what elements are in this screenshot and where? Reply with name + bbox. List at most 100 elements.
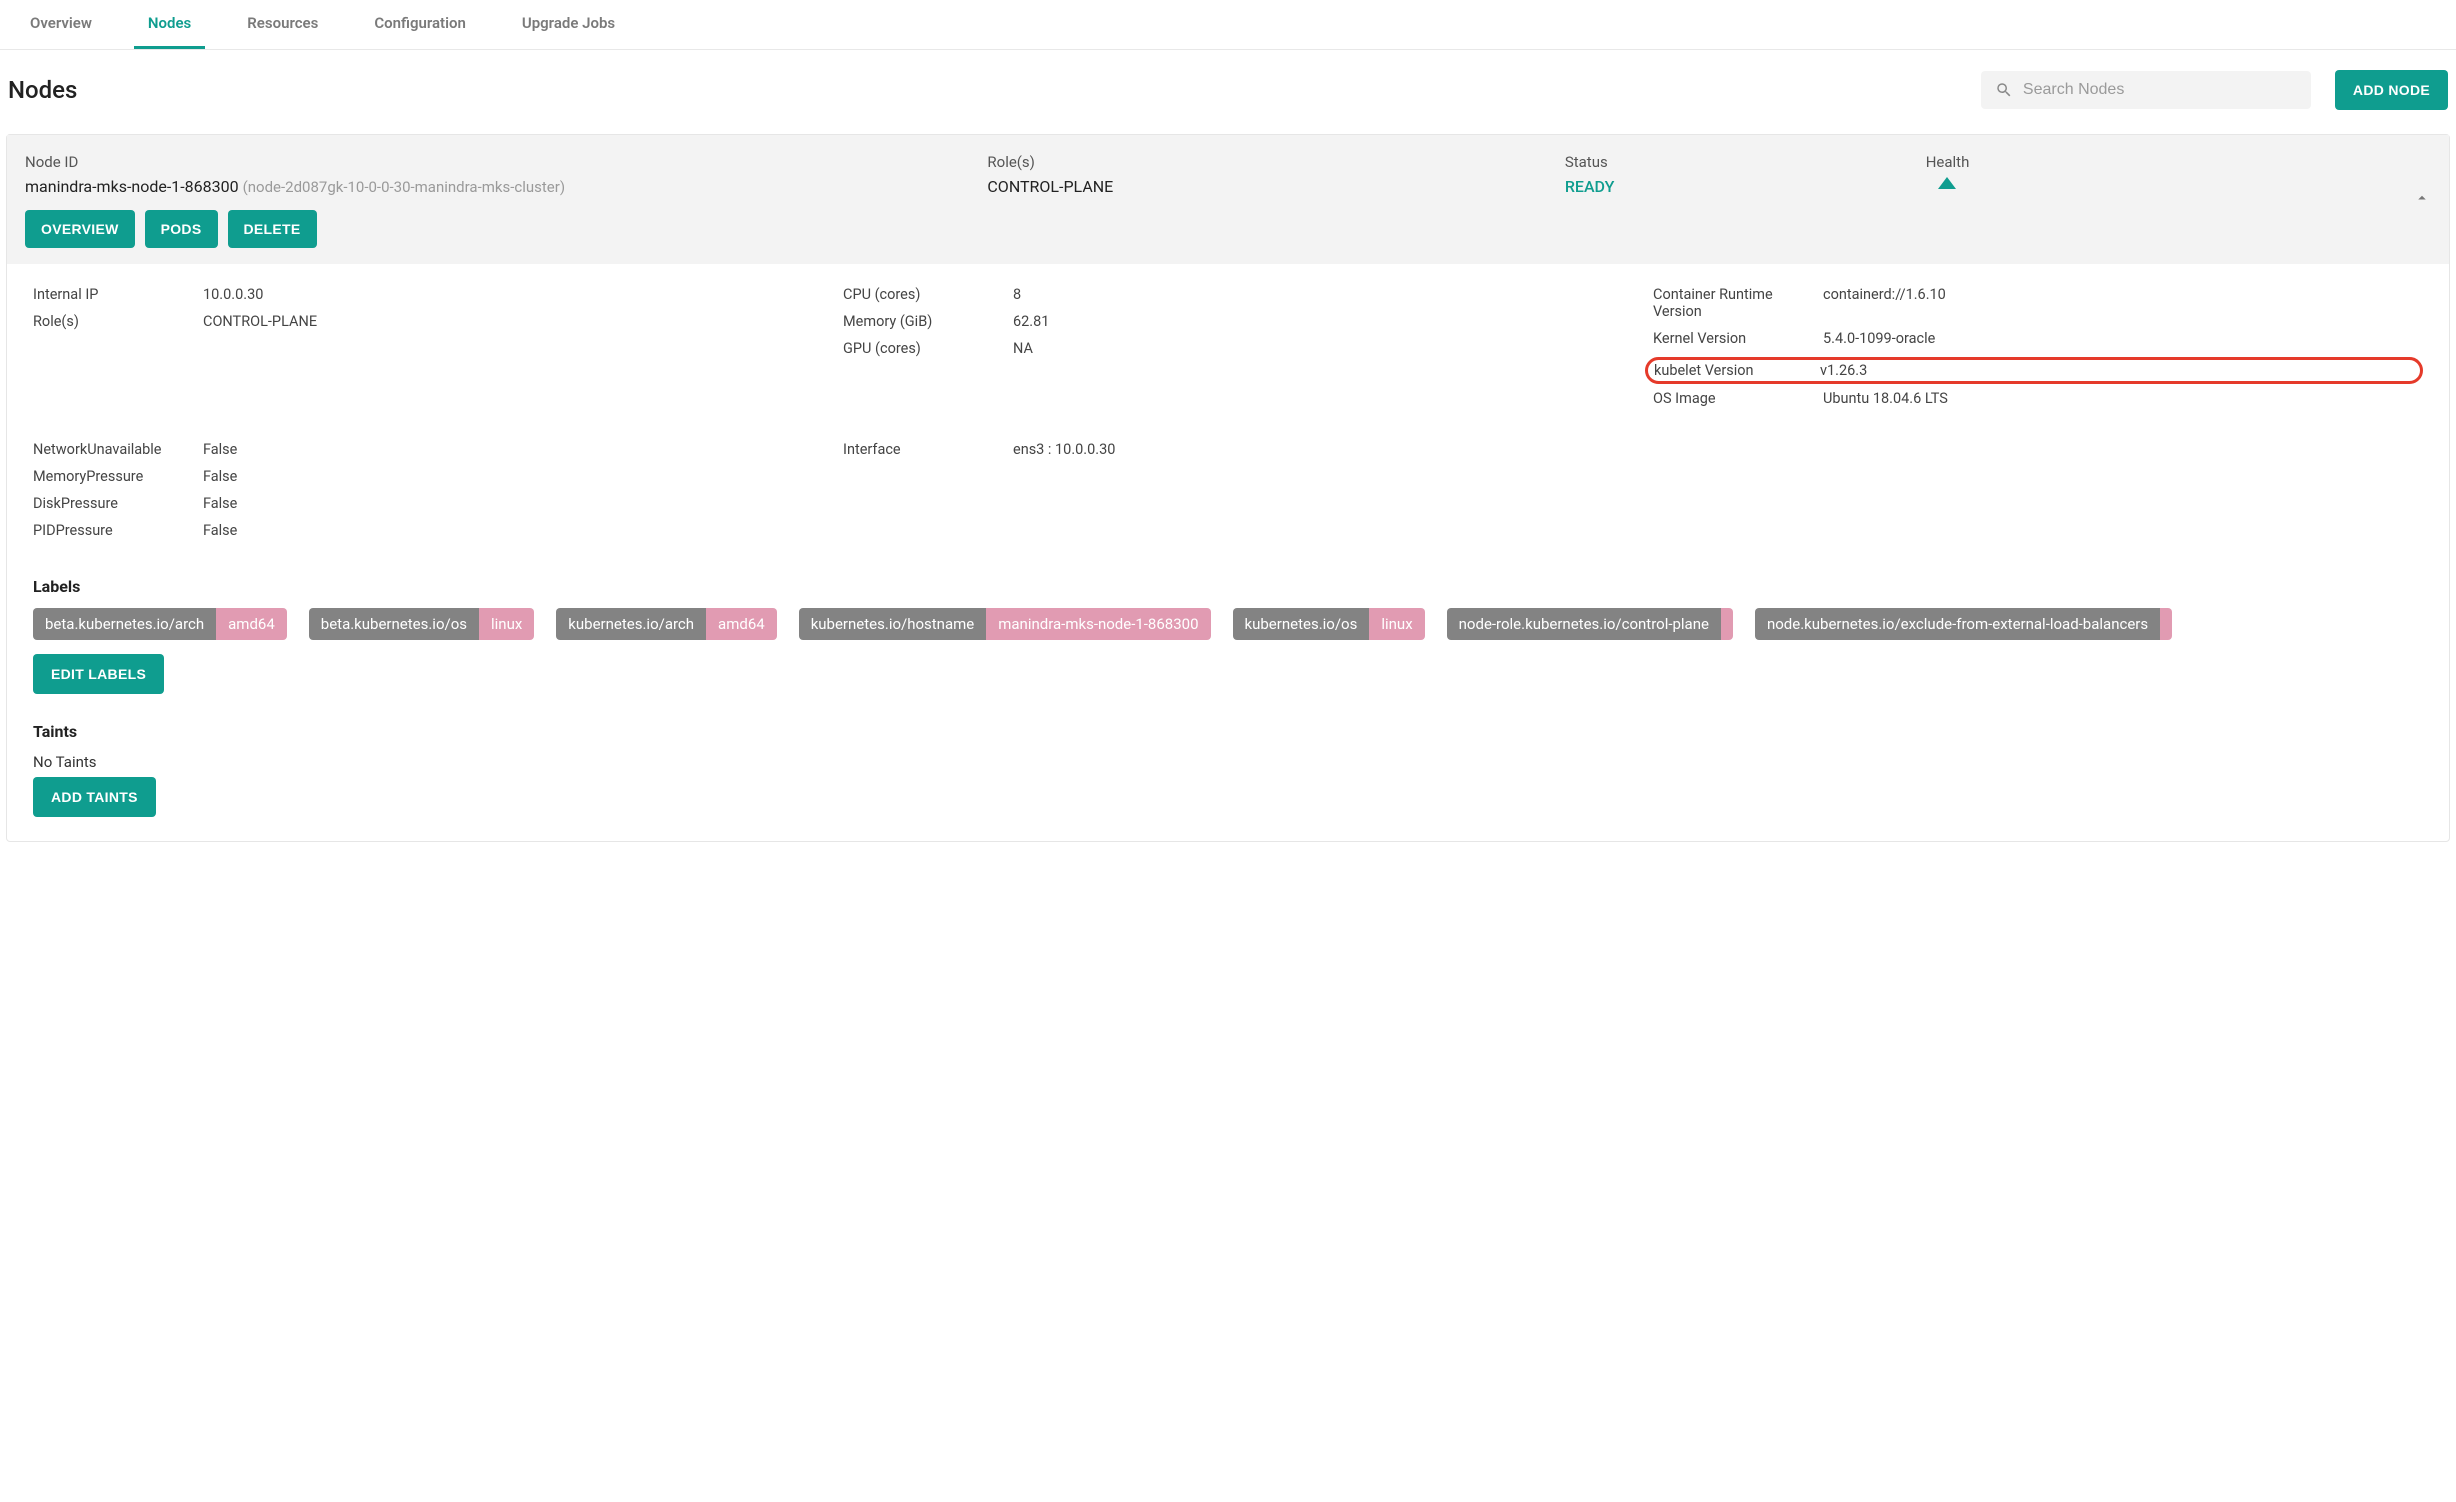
- info-key: CPU (cores): [843, 286, 1013, 303]
- label-chip: node.kubernetes.io/exclude-from-external…: [1755, 608, 2172, 640]
- label-chip: kubernetes.io/archamd64: [556, 608, 776, 640]
- info-row: kubelet Versionv1.26.3: [1645, 357, 2423, 384]
- info-value: False: [203, 522, 803, 539]
- label-value: [1721, 608, 1733, 640]
- taints-title: Taints: [33, 722, 2423, 741]
- node-card-body: Internal IP10.0.0.30Role(s)CONTROL-PLANE…: [7, 264, 2449, 841]
- collapse-toggle[interactable]: [2413, 189, 2431, 211]
- tab-overview[interactable]: Overview: [16, 0, 106, 49]
- conditions-grid: NetworkUnavailableFalseMemoryPressureFal…: [33, 441, 2423, 549]
- edit-labels-button[interactable]: EDIT LABELS: [33, 654, 164, 694]
- info-key: DiskPressure: [33, 495, 203, 512]
- search-box[interactable]: [1981, 71, 2311, 109]
- label-chip: kubernetes.io/hostnamemanindra-mks-node-…: [799, 608, 1211, 640]
- info-key: PIDPressure: [33, 522, 203, 539]
- labels-title: Labels: [33, 577, 2423, 596]
- node-card-header: Node ID manindra-mks-node-1-868300 (node…: [7, 135, 2449, 264]
- tab-configuration[interactable]: Configuration: [360, 0, 480, 49]
- info-key: MemoryPressure: [33, 468, 203, 485]
- label-value: amd64: [706, 608, 777, 640]
- tab-nodes[interactable]: Nodes: [134, 0, 205, 49]
- tab-upgrade-jobs[interactable]: Upgrade Jobs: [508, 0, 629, 49]
- info-key: OS Image: [1653, 390, 1823, 407]
- info-row: PIDPressureFalse: [33, 522, 803, 539]
- label-value: amd64: [216, 608, 287, 640]
- label-chip: node-role.kubernetes.io/control-plane: [1447, 608, 1733, 640]
- info-key: Memory (GiB): [843, 313, 1013, 330]
- info-value: 62.81: [1013, 313, 1613, 330]
- info-row: DiskPressureFalse: [33, 495, 803, 512]
- info-value: Ubuntu 18.04.6 LTS: [1823, 390, 2423, 407]
- label-value: linux: [1369, 608, 1424, 640]
- page-title: Nodes: [8, 76, 77, 104]
- label-value: linux: [479, 608, 534, 640]
- info-key: Internal IP: [33, 286, 203, 303]
- label-key: beta.kubernetes.io/os: [309, 608, 479, 640]
- label-key: kubernetes.io/hostname: [799, 608, 987, 640]
- label-key: beta.kubernetes.io/arch: [33, 608, 216, 640]
- status-label: Status: [1565, 153, 1926, 171]
- add-node-button[interactable]: ADD NODE: [2335, 70, 2448, 110]
- info-key: Role(s): [33, 313, 203, 330]
- roles-value: CONTROL-PLANE: [987, 177, 1564, 196]
- health-label: Health: [1926, 153, 2287, 171]
- label-key: node.kubernetes.io/exclude-from-external…: [1755, 608, 2160, 640]
- info-key: Kernel Version: [1653, 330, 1823, 347]
- taints-text: No Taints: [33, 753, 2423, 771]
- label-chip: beta.kubernetes.io/oslinux: [309, 608, 535, 640]
- info-key: kubelet Version: [1654, 362, 1820, 379]
- info-key: Interface: [843, 441, 1013, 458]
- info-row: Container Runtime Versioncontainerd://1.…: [1653, 286, 2423, 320]
- chevron-up-icon: [2413, 189, 2431, 207]
- search-input[interactable]: [2023, 81, 2297, 99]
- info-row: Role(s)CONTROL-PLANE: [33, 313, 803, 330]
- search-icon: [1995, 81, 2013, 99]
- info-value: v1.26.3: [1820, 362, 2412, 379]
- label-key: kubernetes.io/arch: [556, 608, 706, 640]
- info-value: 8: [1013, 286, 1613, 303]
- info-value: 5.4.0-1099-oracle: [1823, 330, 2423, 347]
- status-value: READY: [1565, 177, 1926, 196]
- info-value: CONTROL-PLANE: [203, 313, 803, 330]
- info-row: Interfaceens3 : 10.0.0.30: [843, 441, 1613, 458]
- info-value: ens3 : 10.0.0.30: [1013, 441, 1613, 458]
- info-key: GPU (cores): [843, 340, 1013, 357]
- overview-button[interactable]: OVERVIEW: [25, 210, 135, 248]
- info-value: False: [203, 441, 803, 458]
- add-taints-button[interactable]: ADD TAINTS: [33, 777, 156, 817]
- label-key: node-role.kubernetes.io/control-plane: [1447, 608, 1721, 640]
- info-value: 10.0.0.30: [203, 286, 803, 303]
- pods-button[interactable]: PODS: [145, 210, 218, 248]
- delete-button[interactable]: DELETE: [228, 210, 317, 248]
- node-id-subname: (node-2d087gk-10-0-0-30-manindra-mks-clu…: [243, 178, 565, 196]
- node-id-label: Node ID: [25, 153, 987, 171]
- labels-list: beta.kubernetes.io/archamd64beta.kuberne…: [33, 608, 2423, 640]
- info-value: containerd://1.6.10: [1823, 286, 2423, 320]
- info-row: CPU (cores)8: [843, 286, 1613, 303]
- health-up-icon: [1938, 177, 1956, 189]
- info-value: NA: [1013, 340, 1613, 357]
- info-row: Kernel Version5.4.0-1099-oracle: [1653, 330, 2423, 347]
- roles-label: Role(s): [987, 153, 1564, 171]
- info-row: GPU (cores)NA: [843, 340, 1613, 357]
- info-row: Internal IP10.0.0.30: [33, 286, 803, 303]
- info-row: MemoryPressureFalse: [33, 468, 803, 485]
- tab-bar: Overview Nodes Resources Configuration U…: [0, 0, 2456, 50]
- page-header: Nodes ADD NODE: [0, 50, 2456, 126]
- node-id-value: manindra-mks-node-1-868300: [25, 177, 239, 196]
- info-value: False: [203, 468, 803, 485]
- info-key: NetworkUnavailable: [33, 441, 203, 458]
- label-chip: beta.kubernetes.io/archamd64: [33, 608, 287, 640]
- label-key: kubernetes.io/os: [1233, 608, 1370, 640]
- info-key: Container Runtime Version: [1653, 286, 1823, 320]
- node-card: Node ID manindra-mks-node-1-868300 (node…: [6, 134, 2450, 842]
- info-row: OS ImageUbuntu 18.04.6 LTS: [1653, 390, 2423, 407]
- info-row: NetworkUnavailableFalse: [33, 441, 803, 458]
- label-chip: kubernetes.io/oslinux: [1233, 608, 1425, 640]
- tab-resources[interactable]: Resources: [233, 0, 332, 49]
- info-row: Memory (GiB)62.81: [843, 313, 1613, 330]
- label-value: [2160, 608, 2172, 640]
- label-value: manindra-mks-node-1-868300: [986, 608, 1210, 640]
- info-value: False: [203, 495, 803, 512]
- specs-grid: Internal IP10.0.0.30Role(s)CONTROL-PLANE…: [33, 286, 2423, 417]
